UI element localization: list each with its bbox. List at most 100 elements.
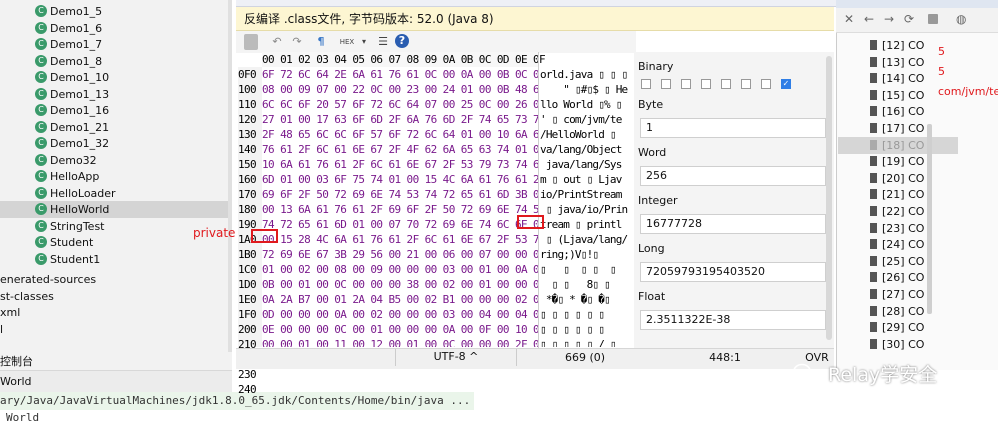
constant-pool-item[interactable]: [15] CO <box>870 87 924 104</box>
ascii-row[interactable]: orld.java ▯ ▯ ▯ <box>540 67 634 82</box>
paragraph-icon[interactable]: ¶ <box>314 34 328 50</box>
inspector-scrollbar[interactable] <box>826 56 832 340</box>
hex-ascii[interactable]: orld.java ▯ ▯ ▯ " ▯#▯$ ▯ He llo World ▯% … <box>540 67 634 347</box>
structure-toolbar <box>836 8 998 33</box>
constant-pool-item[interactable]: [23] CO <box>870 220 924 237</box>
constant-pool-item[interactable]: [27] CO <box>870 286 924 303</box>
close-icon[interactable]: ✕ <box>844 12 854 26</box>
ascii-row[interactable]: ring;)V▯!▯ <box>540 247 634 262</box>
ascii-row[interactable]: ▯ ▯ ▯ ▯ ▯ / ▯ <box>540 337 634 347</box>
ascii-row[interactable]: ▯ ▯ ▯ ▯ ▯ ▯ <box>540 322 634 337</box>
constant-pool-item[interactable]: [29] CO <box>870 319 924 336</box>
hex-row[interactable]: 27 01 00 17 63 6F 6D 2F 6A 76 6D 2F 74 6… <box>262 112 538 127</box>
file-icon <box>870 56 877 67</box>
bit-checkbox[interactable] <box>761 79 771 89</box>
bit-checkbox[interactable] <box>681 79 691 89</box>
hex-row[interactable]: 74 72 65 61 6D 01 00 07 70 72 69 6E 74 6… <box>262 217 538 232</box>
hex-row[interactable]: 10 6A 61 76 61 2F 6C 61 6E 67 2F 53 79 7… <box>262 157 538 172</box>
constant-pool-item[interactable]: [18] CO <box>838 136 958 154</box>
ascii-row[interactable]: ▯ ▯ ▯ ▯ ▯ <box>540 262 634 277</box>
hex-row[interactable]: 0B 00 01 00 0C 00 00 00 38 00 02 00 01 0… <box>262 277 538 292</box>
tree-item[interactable]: C HelloWorld <box>0 201 232 218</box>
constant-pool-label: [15] CO <box>882 88 925 102</box>
bit-checkbox[interactable] <box>661 79 671 89</box>
ascii-row[interactable]: ▯ (Ljava/lang/ <box>540 232 634 247</box>
help-icon[interactable]: ? <box>395 34 409 48</box>
integer-field[interactable]: 16777728 <box>640 214 826 234</box>
ascii-row[interactable]: /HelloWorld ▯ <box>540 127 634 142</box>
hex-row[interactable]: 2F 48 65 6C 6C 6F 57 6F 72 6C 64 01 00 1… <box>262 127 538 142</box>
tree-item-label: Demo1_32 <box>50 137 110 150</box>
constant-pool-item[interactable]: [17] CO <box>870 120 924 137</box>
hex-row[interactable]: 01 00 02 00 08 00 09 00 00 00 03 00 01 0… <box>262 262 538 277</box>
hex-row[interactable]: 0D 00 00 00 0A 00 02 00 00 00 03 00 04 0… <box>262 307 538 322</box>
bit-checkbox[interactable]: ✓ <box>781 79 791 89</box>
constant-pool-label: [30] CO <box>882 337 925 351</box>
constant-pool-item[interactable]: [26] CO <box>870 269 924 286</box>
ascii-row[interactable]: ' ▯ com/jvm/te <box>540 112 634 127</box>
ascii-row[interactable]: ▯ ▯ 8▯ ▯ <box>540 277 634 292</box>
constant-pool-item[interactable]: [21] CO <box>870 186 924 203</box>
save-icon[interactable] <box>244 34 258 50</box>
word-field[interactable]: 256 <box>640 166 826 186</box>
ascii-row[interactable]: *�▯ * �▯ �▯ <box>540 292 634 307</box>
bit-checkbox[interactable] <box>641 79 651 89</box>
hex-row[interactable]: 6C 6C 6F 20 57 6F 72 6C 64 07 00 25 0C 0… <box>262 97 538 112</box>
float-field[interactable]: 2.3511322E-38 <box>640 310 826 330</box>
chevron-down-icon[interactable]: ▾ <box>360 34 368 50</box>
constant-pool-item[interactable]: [13] CO <box>870 54 924 71</box>
ascii-row[interactable]: ▯ ▯ ▯ ▯ ▯ ▯ <box>540 307 634 322</box>
hex-row[interactable]: 6D 01 00 03 6F 75 74 01 00 15 4C 6A 61 7… <box>262 172 538 187</box>
constant-pool-item[interactable]: [28] CO <box>870 303 924 320</box>
constant-pool-item[interactable]: [19] CO <box>870 153 924 170</box>
editor-tab-strip[interactable] <box>236 0 836 7</box>
undo-icon[interactable]: ↶ <box>270 34 284 50</box>
constant-pool-item[interactable]: [12] CO <box>870 37 924 54</box>
hex-row[interactable]: 00 13 6A 61 76 61 2F 69 6F 2F 50 72 69 6… <box>262 202 538 217</box>
ascii-row[interactable]: io/PrintStream <box>540 187 634 202</box>
back-arrow-icon[interactable]: ← <box>864 12 874 26</box>
long-field[interactable]: 72059793195403520 <box>640 262 826 282</box>
hex-row[interactable]: 72 69 6E 67 3B 29 56 00 21 00 06 00 07 0… <box>262 247 538 262</box>
menu-icon[interactable]: ☰ <box>376 34 390 50</box>
hex-row[interactable]: 69 6F 2F 50 72 69 6E 74 53 74 72 65 61 6… <box>262 187 538 202</box>
constant-pool-item[interactable]: [24] CO <box>870 236 924 253</box>
bit-checkbox[interactable] <box>741 79 751 89</box>
constant-pool-item[interactable]: [16] CO <box>870 103 924 120</box>
hex-row[interactable]: 0A 2A B7 00 01 2A 04 B5 00 02 B1 00 00 0… <box>262 292 538 307</box>
hex-row[interactable]: 00 15 28 4C 6A 61 76 61 2F 6C 61 6E 67 2… <box>262 232 538 247</box>
save-icon[interactable] <box>928 14 938 24</box>
constant-pool-label: [14] CO <box>882 72 925 86</box>
ascii-row[interactable]: tream ▯ printl <box>540 217 634 232</box>
hex-row[interactable]: 0E 00 00 00 0C 00 01 00 00 00 0A 00 0F 0… <box>262 322 538 337</box>
hex-bytes[interactable]: 6F 72 6C 64 2E 6A 61 76 61 0C 00 0A 00 0… <box>262 67 538 347</box>
bit-checkbox[interactable] <box>701 79 711 89</box>
encoding-box[interactable]: UTF-8 ^ <box>395 349 517 366</box>
globe-icon[interactable]: ◍ <box>956 12 966 26</box>
byte-field[interactable]: 1 <box>640 118 826 138</box>
hex-row[interactable]: 76 61 2F 6C 61 6E 67 2F 4F 62 6A 65 63 7… <box>262 142 538 157</box>
ascii-row[interactable]: llo World ▯% ▯ <box>540 97 634 112</box>
ascii-row[interactable]: va/lang/Object <box>540 142 634 157</box>
hex-row[interactable]: 6F 72 6C 64 2E 6A 61 76 61 0C 00 0A 00 0… <box>262 67 538 82</box>
redo-icon[interactable]: ↷ <box>290 34 304 50</box>
constant-pool-item[interactable]: [25] CO <box>870 253 924 270</box>
refresh-icon[interactable]: ⟳ <box>904 12 914 26</box>
forward-arrow-icon[interactable]: → <box>884 12 894 26</box>
constant-pool-item[interactable]: [30] CO <box>870 336 924 353</box>
hex-offset: 160 <box>238 173 257 186</box>
hex-mode-button[interactable]: HEX <box>334 34 360 50</box>
ascii-row[interactable]: " ▯#▯$ ▯ He <box>540 82 634 97</box>
hex-row[interactable]: 08 00 09 07 00 22 0C 00 23 00 24 01 00 0… <box>262 82 538 97</box>
hex-row[interactable]: 00 00 01 00 11 00 12 00 01 00 0C 00 00 0… <box>262 337 538 347</box>
structure-scrollbar[interactable] <box>927 124 932 314</box>
tree-scrollbar[interactable] <box>228 0 232 352</box>
constant-pool-item[interactable]: [22] CO <box>870 203 924 220</box>
constant-pool-item[interactable]: [20] CO <box>870 170 924 187</box>
ascii-row[interactable]: java/lang/Sys <box>540 157 634 172</box>
constant-pool-item[interactable]: [14] CO <box>870 70 924 87</box>
ascii-row[interactable]: m ▯ out ▯ Ljav <box>540 172 634 187</box>
bit-checkbox[interactable] <box>721 79 731 89</box>
ascii-row[interactable]: ▯ java/io/Prin <box>540 202 634 217</box>
run-tab[interactable]: World <box>0 370 232 393</box>
